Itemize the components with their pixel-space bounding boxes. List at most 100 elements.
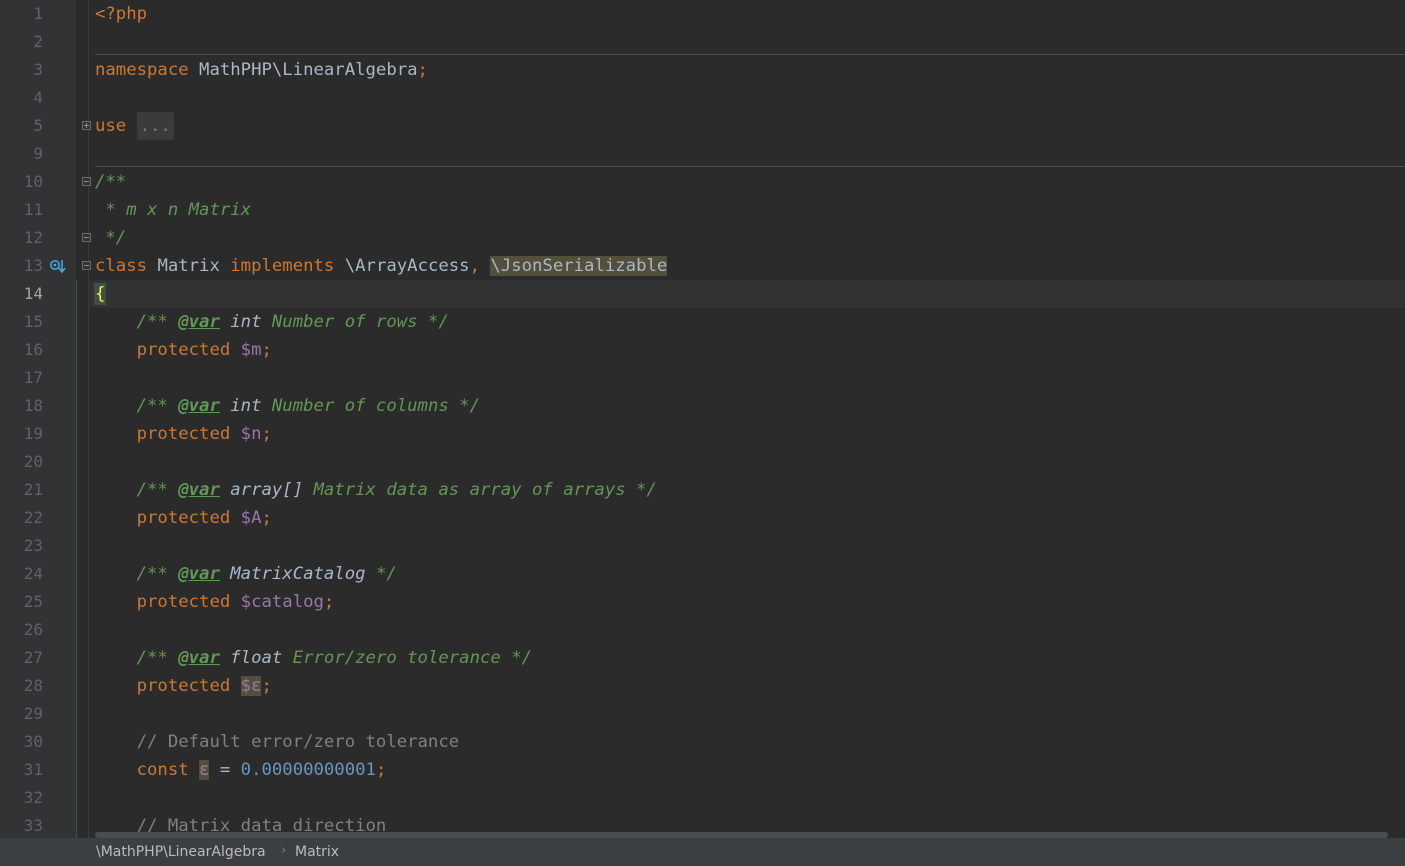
line-number[interactable]: 15 [0,308,43,336]
collapse-fold-icon[interactable] [82,261,91,270]
line-background [89,420,1405,448]
line-number[interactable]: 4 [0,84,43,112]
code-line[interactable]: 3 namespace MathPHP\LinearAlgebra; [0,56,1405,84]
line-number[interactable]: 9 [0,140,43,168]
code-line[interactable]: 10 /** [0,168,1405,196]
line-number[interactable]: 23 [0,532,43,560]
code-line[interactable]: 28 protected $ε; [0,672,1405,700]
code-editor[interactable]: 1 <?php 2 3 namespace MathPHP\LinearAlgebra;… [0,0,1405,838]
code-text[interactable]: /** @var float Error/zero tolerance */ [95,644,532,672]
line-number[interactable]: 3 [0,56,43,84]
code-line[interactable]: 24 /** @var MatrixCatalog */ [0,560,1405,588]
code-line[interactable]: 18 /** @var int Number of columns */ [0,392,1405,420]
code-text[interactable]: */ [95,224,126,252]
code-token: ; [323,592,335,612]
line-number[interactable]: 30 [0,728,43,756]
code-line[interactable]: 31 const ε = 0.00000000001; [0,756,1405,784]
line-number[interactable]: 13 [0,252,43,280]
line-number[interactable]: 22 [0,504,43,532]
code-line[interactable]: 16 protected $m; [0,336,1405,364]
line-number[interactable]: 16 [0,336,43,364]
line-number[interactable]: 2 [0,28,43,56]
code-token: /** [95,312,179,332]
collapse-fold-icon[interactable] [82,233,91,242]
line-number[interactable]: 17 [0,364,43,392]
folded-region[interactable]: ... [136,112,174,140]
code-text[interactable]: * m x n Matrix [95,196,251,224]
expand-fold-icon[interactable] [82,121,91,130]
line-number[interactable]: 11 [0,196,43,224]
line-number[interactable]: 20 [0,448,43,476]
code-line[interactable]: 5 use ... [0,112,1405,140]
line-number[interactable]: 21 [0,476,43,504]
code-line[interactable]: 32 [0,784,1405,812]
code-token: /** [95,648,179,668]
code-line[interactable]: 1 <?php [0,0,1405,28]
line-number[interactable]: 14 [0,280,43,308]
code-text[interactable]: use ... [95,112,174,140]
breadcrumb-class[interactable]: Matrix [295,844,339,860]
code-text[interactable]: namespace MathPHP\LinearAlgebra; [95,56,428,84]
line-number[interactable]: 32 [0,784,43,812]
line-number[interactable]: 10 [0,168,43,196]
line-number[interactable]: 24 [0,560,43,588]
line-number[interactable]: 18 [0,392,43,420]
breadcrumb-namespace[interactable]: \MathPHP\LinearAlgebra [96,844,266,860]
collapse-fold-icon[interactable] [82,177,91,186]
code-token: implements [230,256,345,276]
code-token: protected [95,424,241,444]
code-text[interactable]: protected $ε; [95,672,272,700]
code-text[interactable]: protected $m; [95,336,272,364]
code-line[interactable]: 27 /** @var float Error/zero tolerance *… [0,644,1405,672]
line-number[interactable]: 25 [0,588,43,616]
code-line[interactable]: 30 // Default error/zero tolerance [0,728,1405,756]
code-line[interactable]: 4 [0,84,1405,112]
code-line[interactable]: 9 [0,140,1405,168]
code-text[interactable]: <?php [95,0,147,28]
code-text[interactable]: /** [95,168,126,196]
code-line[interactable]: 23 [0,532,1405,560]
line-number[interactable]: 31 [0,756,43,784]
line-number[interactable]: 27 [0,644,43,672]
line-number[interactable]: 29 [0,700,43,728]
code-text[interactable]: { [93,280,107,308]
code-text[interactable]: protected $n; [95,420,272,448]
code-text[interactable]: /** @var int Number of columns */ [95,392,480,420]
code-token: array[] [219,480,314,500]
code-line[interactable]: 13 class Matrix implements \ArrayAccess, … [0,252,1405,280]
code-line[interactable]: 26 [0,616,1405,644]
line-background [89,140,1405,168]
code-line[interactable]: 14 { [0,280,1405,308]
code-text[interactable]: class Matrix implements \ArrayAccess, \J… [95,252,668,280]
code-text[interactable]: /** @var MatrixCatalog */ [95,560,397,588]
code-token: * m x n Matrix [95,200,252,220]
code-text[interactable]: /** @var array[] Matrix data as array of… [95,476,657,504]
code-line[interactable]: 29 [0,700,1405,728]
code-token: \JsonSerializable [490,256,668,276]
code-text[interactable]: /** @var int Number of rows */ [95,308,449,336]
code-text[interactable]: const ε = 0.00000000001; [95,756,386,784]
code-line[interactable]: 11 * m x n Matrix [0,196,1405,224]
code-token: ε [199,760,210,780]
code-line[interactable]: 12 */ [0,224,1405,252]
line-number[interactable]: 19 [0,420,43,448]
code-line[interactable]: 21 /** @var array[] Matrix data as array… [0,476,1405,504]
code-text[interactable]: protected $A; [95,504,272,532]
line-number[interactable]: 26 [0,616,43,644]
code-line[interactable]: 25 protected $catalog; [0,588,1405,616]
code-line[interactable]: 17 [0,364,1405,392]
code-line[interactable]: 19 protected $n; [0,420,1405,448]
line-number[interactable]: 5 [0,112,43,140]
line-number[interactable]: 1 [0,0,43,28]
code-text[interactable]: // Default error/zero tolerance [95,728,460,756]
code-line[interactable]: 15 /** @var int Number of rows */ [0,308,1405,336]
implements-interface-icon[interactable] [49,258,67,274]
code-token: Matrix [157,256,231,276]
code-line[interactable]: 20 [0,448,1405,476]
code-line[interactable]: 22 protected $A; [0,504,1405,532]
code-text[interactable]: protected $catalog; [95,588,335,616]
line-number[interactable]: 12 [0,224,43,252]
line-number[interactable]: 33 [0,812,43,838]
code-line[interactable]: 2 [0,28,1405,56]
line-number[interactable]: 28 [0,672,43,700]
